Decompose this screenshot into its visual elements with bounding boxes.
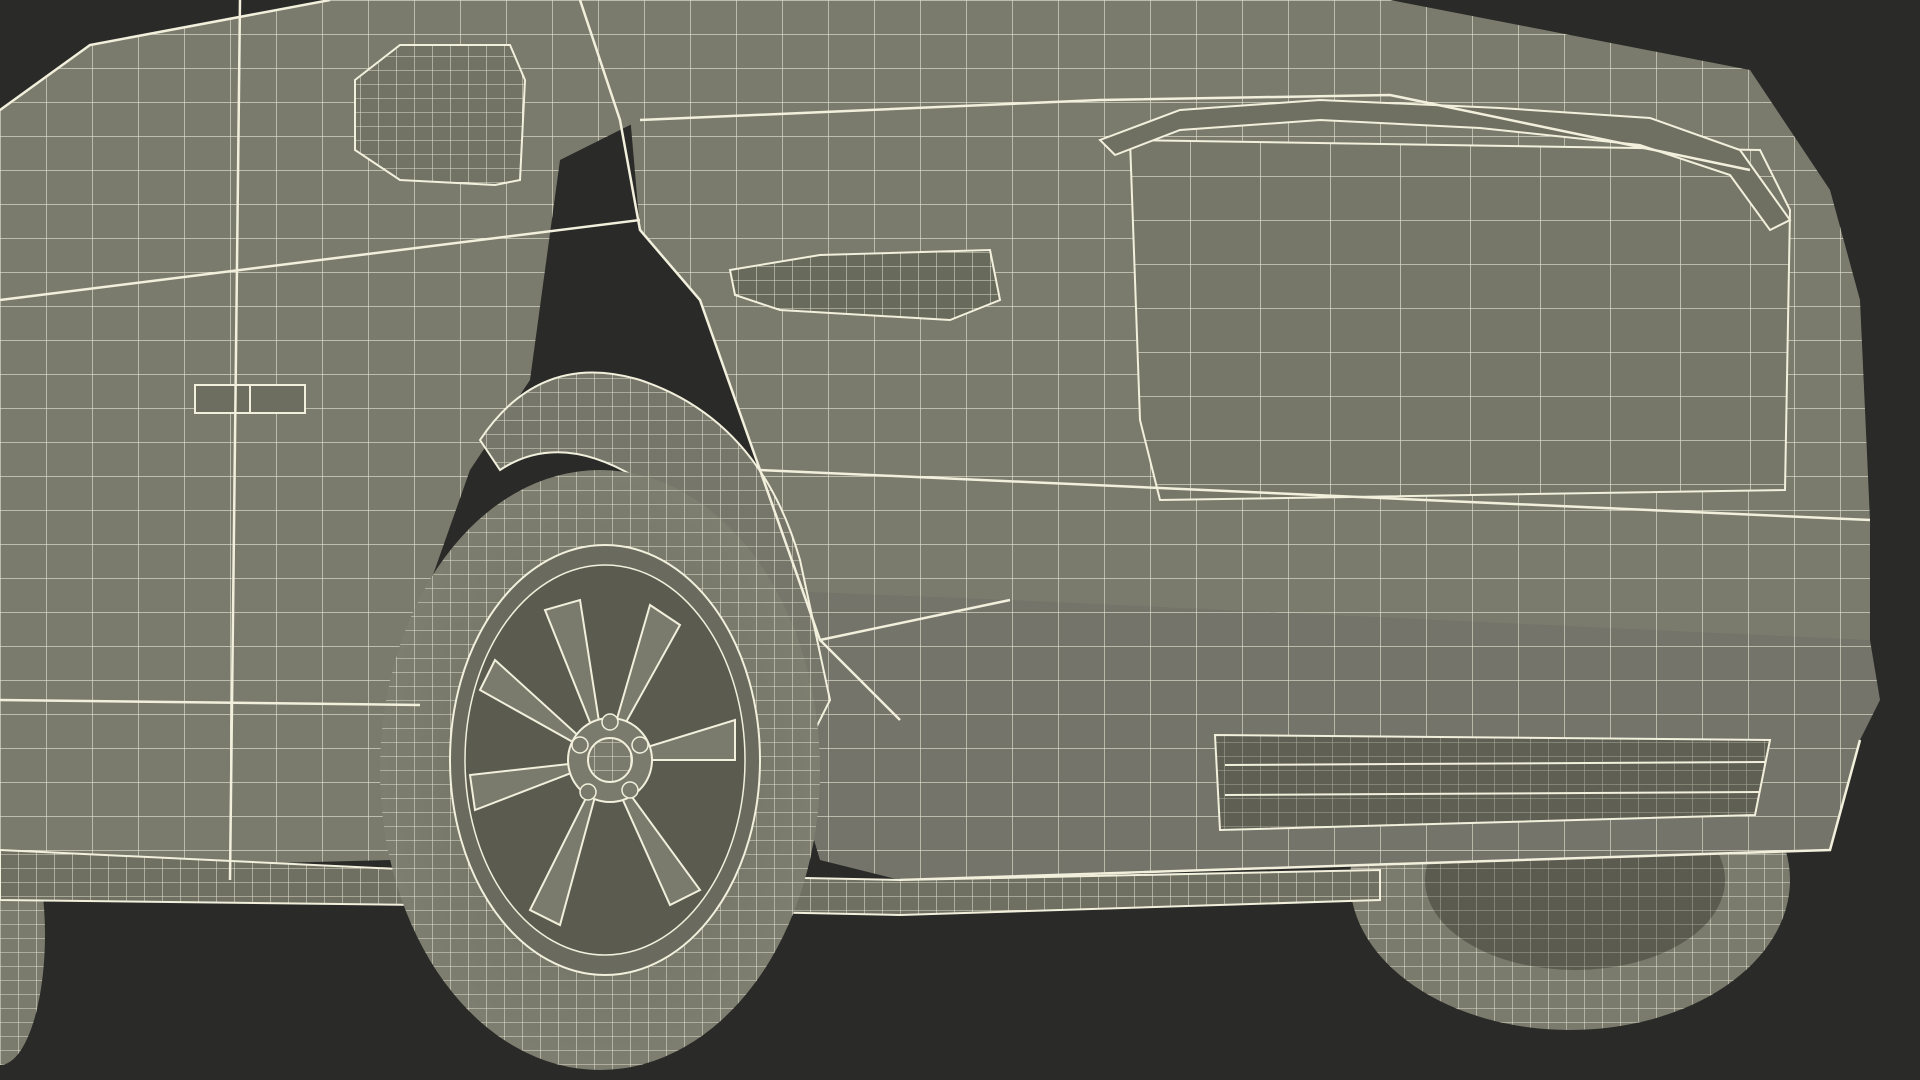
- render-viewport: [0, 0, 1920, 1080]
- side-mirror: [354, 44, 527, 187]
- door-handle: [194, 384, 306, 414]
- front-grille-panel: [1128, 138, 1792, 502]
- bumper-vent: [1213, 733, 1772, 832]
- vehicle-wireframe-render: [0, 0, 1920, 1080]
